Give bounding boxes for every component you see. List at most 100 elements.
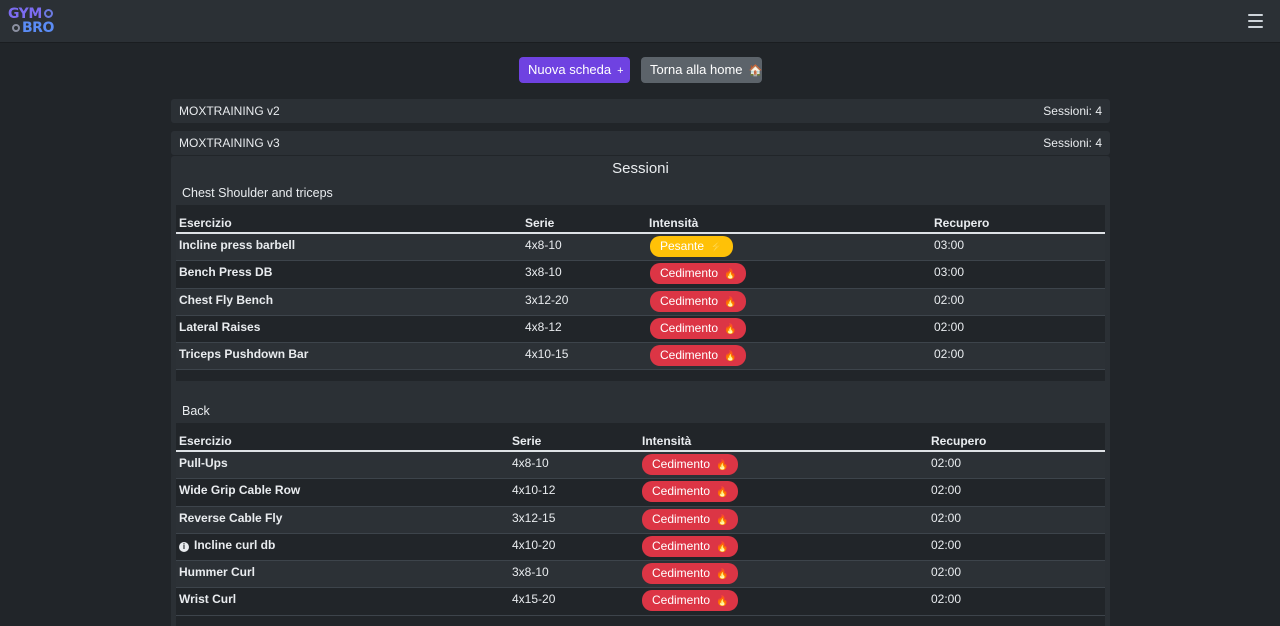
lightning-icon: ⚡ — [710, 242, 723, 253]
intensity-badge: Pesante ⚡ — [650, 236, 733, 257]
plan-name: MOXTRAINING v2 — [179, 104, 280, 118]
fire-icon: 🔥 — [724, 351, 737, 363]
gymbro-logo[interactable]: GYM BRO — [8, 7, 56, 39]
exercise-rest: 02:00 — [931, 565, 962, 580]
back-home-label: Torna alla home — [650, 62, 743, 77]
fire-icon: 🔥 — [716, 541, 729, 553]
intensity-badge: Cedimento 🔥 — [650, 263, 747, 285]
col-rest: Recupero — [934, 216, 990, 230]
table-row[interactable]: Wide Grip Cable Row 4x10-12 Cedimento 🔥 0… — [176, 479, 1105, 507]
table-header: Esercizio Serie Intensità Recupero — [176, 427, 1105, 452]
exercise-name: Hummer Curl — [179, 565, 256, 580]
plan-session-count: Sessioni: 4 — [1043, 136, 1102, 150]
col-intensity: Intensità — [649, 216, 699, 230]
col-series: Serie — [512, 434, 542, 448]
exercise-rest: 03:00 — [934, 265, 965, 280]
fire-icon: 🔥 — [724, 269, 737, 281]
session-card: Chest Shoulder and triceps Esercizio Ser… — [176, 181, 1105, 381]
intensity-label: Cedimento — [660, 266, 719, 281]
exercise-series: 3x12-15 — [512, 510, 556, 525]
exercise-rest: 02:00 — [934, 347, 965, 362]
info-icon[interactable]: i — [179, 541, 189, 552]
back-home-button[interactable]: Torna alla home 🏠 — [641, 57, 762, 83]
intensity-badge: Cedimento 🔥 — [650, 345, 747, 367]
table-row[interactable]: Pull-Ups 4x8-10 Cedimento 🔥 02:00 — [176, 452, 1105, 480]
exercise-series: 3x8-10 — [525, 265, 562, 280]
intensity-badge: Cedimento 🔥 — [642, 590, 739, 612]
table-row[interactable]: Chest Fly Bench 3x12-20 Cedimento 🔥 02:00 — [176, 288, 1105, 316]
intensity-label: Cedimento — [660, 320, 719, 335]
plan-name: MOXTRAINING v3 — [179, 136, 280, 150]
table-row[interactable]: Triceps Pushdown Bar 4x10-15 Cedimento 🔥 … — [176, 343, 1105, 371]
fire-icon: 🔥 — [716, 487, 729, 499]
fire-icon: 🔥 — [724, 296, 737, 308]
exercise-name: Triceps Pushdown Bar — [179, 347, 309, 362]
table-row[interactable]: Incline press barbell 4x8-10 Pesante ⚡ 03… — [176, 234, 1105, 262]
col-exercise: Esercizio — [179, 216, 232, 230]
col-series: Serie — [525, 216, 555, 230]
exercise-rest: 02:00 — [934, 292, 965, 307]
table-row[interactable]: Hummer Curl 3x8-10 Cedimento 🔥 02:00 — [176, 561, 1105, 589]
exercise-name: Bench Press DB — [179, 265, 273, 280]
plan-item[interactable]: MOXTRAINING v3 Sessioni: 4 — [171, 131, 1110, 155]
intensity-label: Cedimento — [652, 511, 711, 526]
sessions-title: Sessioni — [612, 160, 669, 177]
sessions-panel: Sessioni Chest Shoulder and triceps Eser… — [171, 156, 1110, 626]
table-row[interactable]: Bench Press DB 3x8-10 Cedimento 🔥 03:00 — [176, 261, 1105, 289]
exercise-name: Wide Grip Cable Row — [179, 483, 301, 498]
exercise-name: Lateral Raises — [179, 319, 261, 334]
new-plan-label: Nuova scheda — [528, 62, 612, 77]
logo-weight-icon — [12, 24, 20, 32]
col-intensity: Intensità — [642, 434, 692, 448]
exercise-rest: 02:00 — [931, 510, 962, 525]
table-row[interactable]: Reverse Cable Fly 3x12-15 Cedimento 🔥 02:… — [176, 506, 1105, 534]
exercise-name: Pull-Ups — [179, 456, 228, 470]
intensity-badge: Cedimento 🔥 — [642, 481, 739, 503]
intensity-badge: Cedimento 🔥 — [642, 563, 739, 585]
exercise-rest: 02:00 — [934, 319, 965, 334]
exercise-series: 4x10-20 — [512, 537, 556, 552]
col-exercise: Esercizio — [179, 434, 232, 448]
exercise-rest: 02:00 — [931, 592, 962, 607]
table-row[interactable]: Lateral Raises 4x8-12 Cedimento 🔥 02:00 — [176, 316, 1105, 344]
new-plan-button[interactable]: Nuova scheda + — [519, 57, 630, 83]
exercise-series: 3x12-20 — [525, 292, 569, 307]
hamburger-menu-icon[interactable] — [1248, 14, 1263, 28]
exercise-series: 4x8-12 — [525, 319, 562, 334]
intensity-label: Cedimento — [652, 484, 711, 499]
exercise-series: 4x8-10 — [525, 238, 562, 252]
exercise-rest: 02:00 — [931, 456, 962, 470]
intensity-label: Cedimento — [652, 538, 711, 553]
fire-icon: 🔥 — [716, 596, 729, 608]
table-row[interactable]: i Incline curl db 4x10-20 Cedimento 🔥 02:0… — [176, 534, 1105, 562]
exercise-series: 3x8-10 — [512, 565, 549, 580]
exercise-name-with-info: i Incline curl db — [179, 538, 275, 552]
intensity-badge: Cedimento 🔥 — [642, 454, 739, 475]
session-name[interactable]: Back — [176, 399, 1105, 423]
plus-icon: + — [617, 65, 624, 77]
intensity-badge: Cedimento 🔥 — [642, 535, 739, 557]
session-card: Back Esercizio Serie Intensità Recupero … — [176, 399, 1105, 626]
exercise-series: 4x10-15 — [525, 347, 569, 362]
exercise-name: Chest Fly Bench — [179, 292, 274, 307]
session-name[interactable]: Chest Shoulder and triceps — [176, 181, 1105, 205]
plan-item[interactable]: MOXTRAINING v2 Sessioni: 4 — [171, 99, 1110, 123]
intensity-label: Cedimento — [652, 593, 711, 608]
exercise-name: Reverse Cable Fly — [179, 510, 283, 525]
exercise-rest: 02:00 — [931, 537, 962, 552]
intensity-label: Pesante — [660, 239, 705, 253]
intensity-badge: Cedimento 🔥 — [642, 508, 739, 530]
exercise-table: Esercizio Serie Intensità Recupero Pull-… — [176, 427, 1105, 616]
exercise-series: 4x10-12 — [512, 483, 556, 498]
intensity-label: Cedimento — [652, 566, 711, 581]
table-row[interactable]: Wrist Curl 4x15-20 Cedimento 🔥 02:00 — [176, 588, 1105, 616]
intensity-label: Cedimento — [652, 457, 711, 471]
col-rest: Recupero — [931, 434, 987, 448]
exercise-table: Esercizio Serie Intensità Recupero Incli… — [176, 209, 1105, 371]
fire-icon: 🔥 — [724, 323, 737, 335]
exercise-rest: 02:00 — [931, 483, 962, 498]
intensity-label: Cedimento — [660, 348, 719, 363]
fire-icon: 🔥 — [716, 460, 729, 471]
exercise-series: 4x15-20 — [512, 592, 556, 607]
exercise-name: Incline press barbell — [179, 238, 296, 252]
